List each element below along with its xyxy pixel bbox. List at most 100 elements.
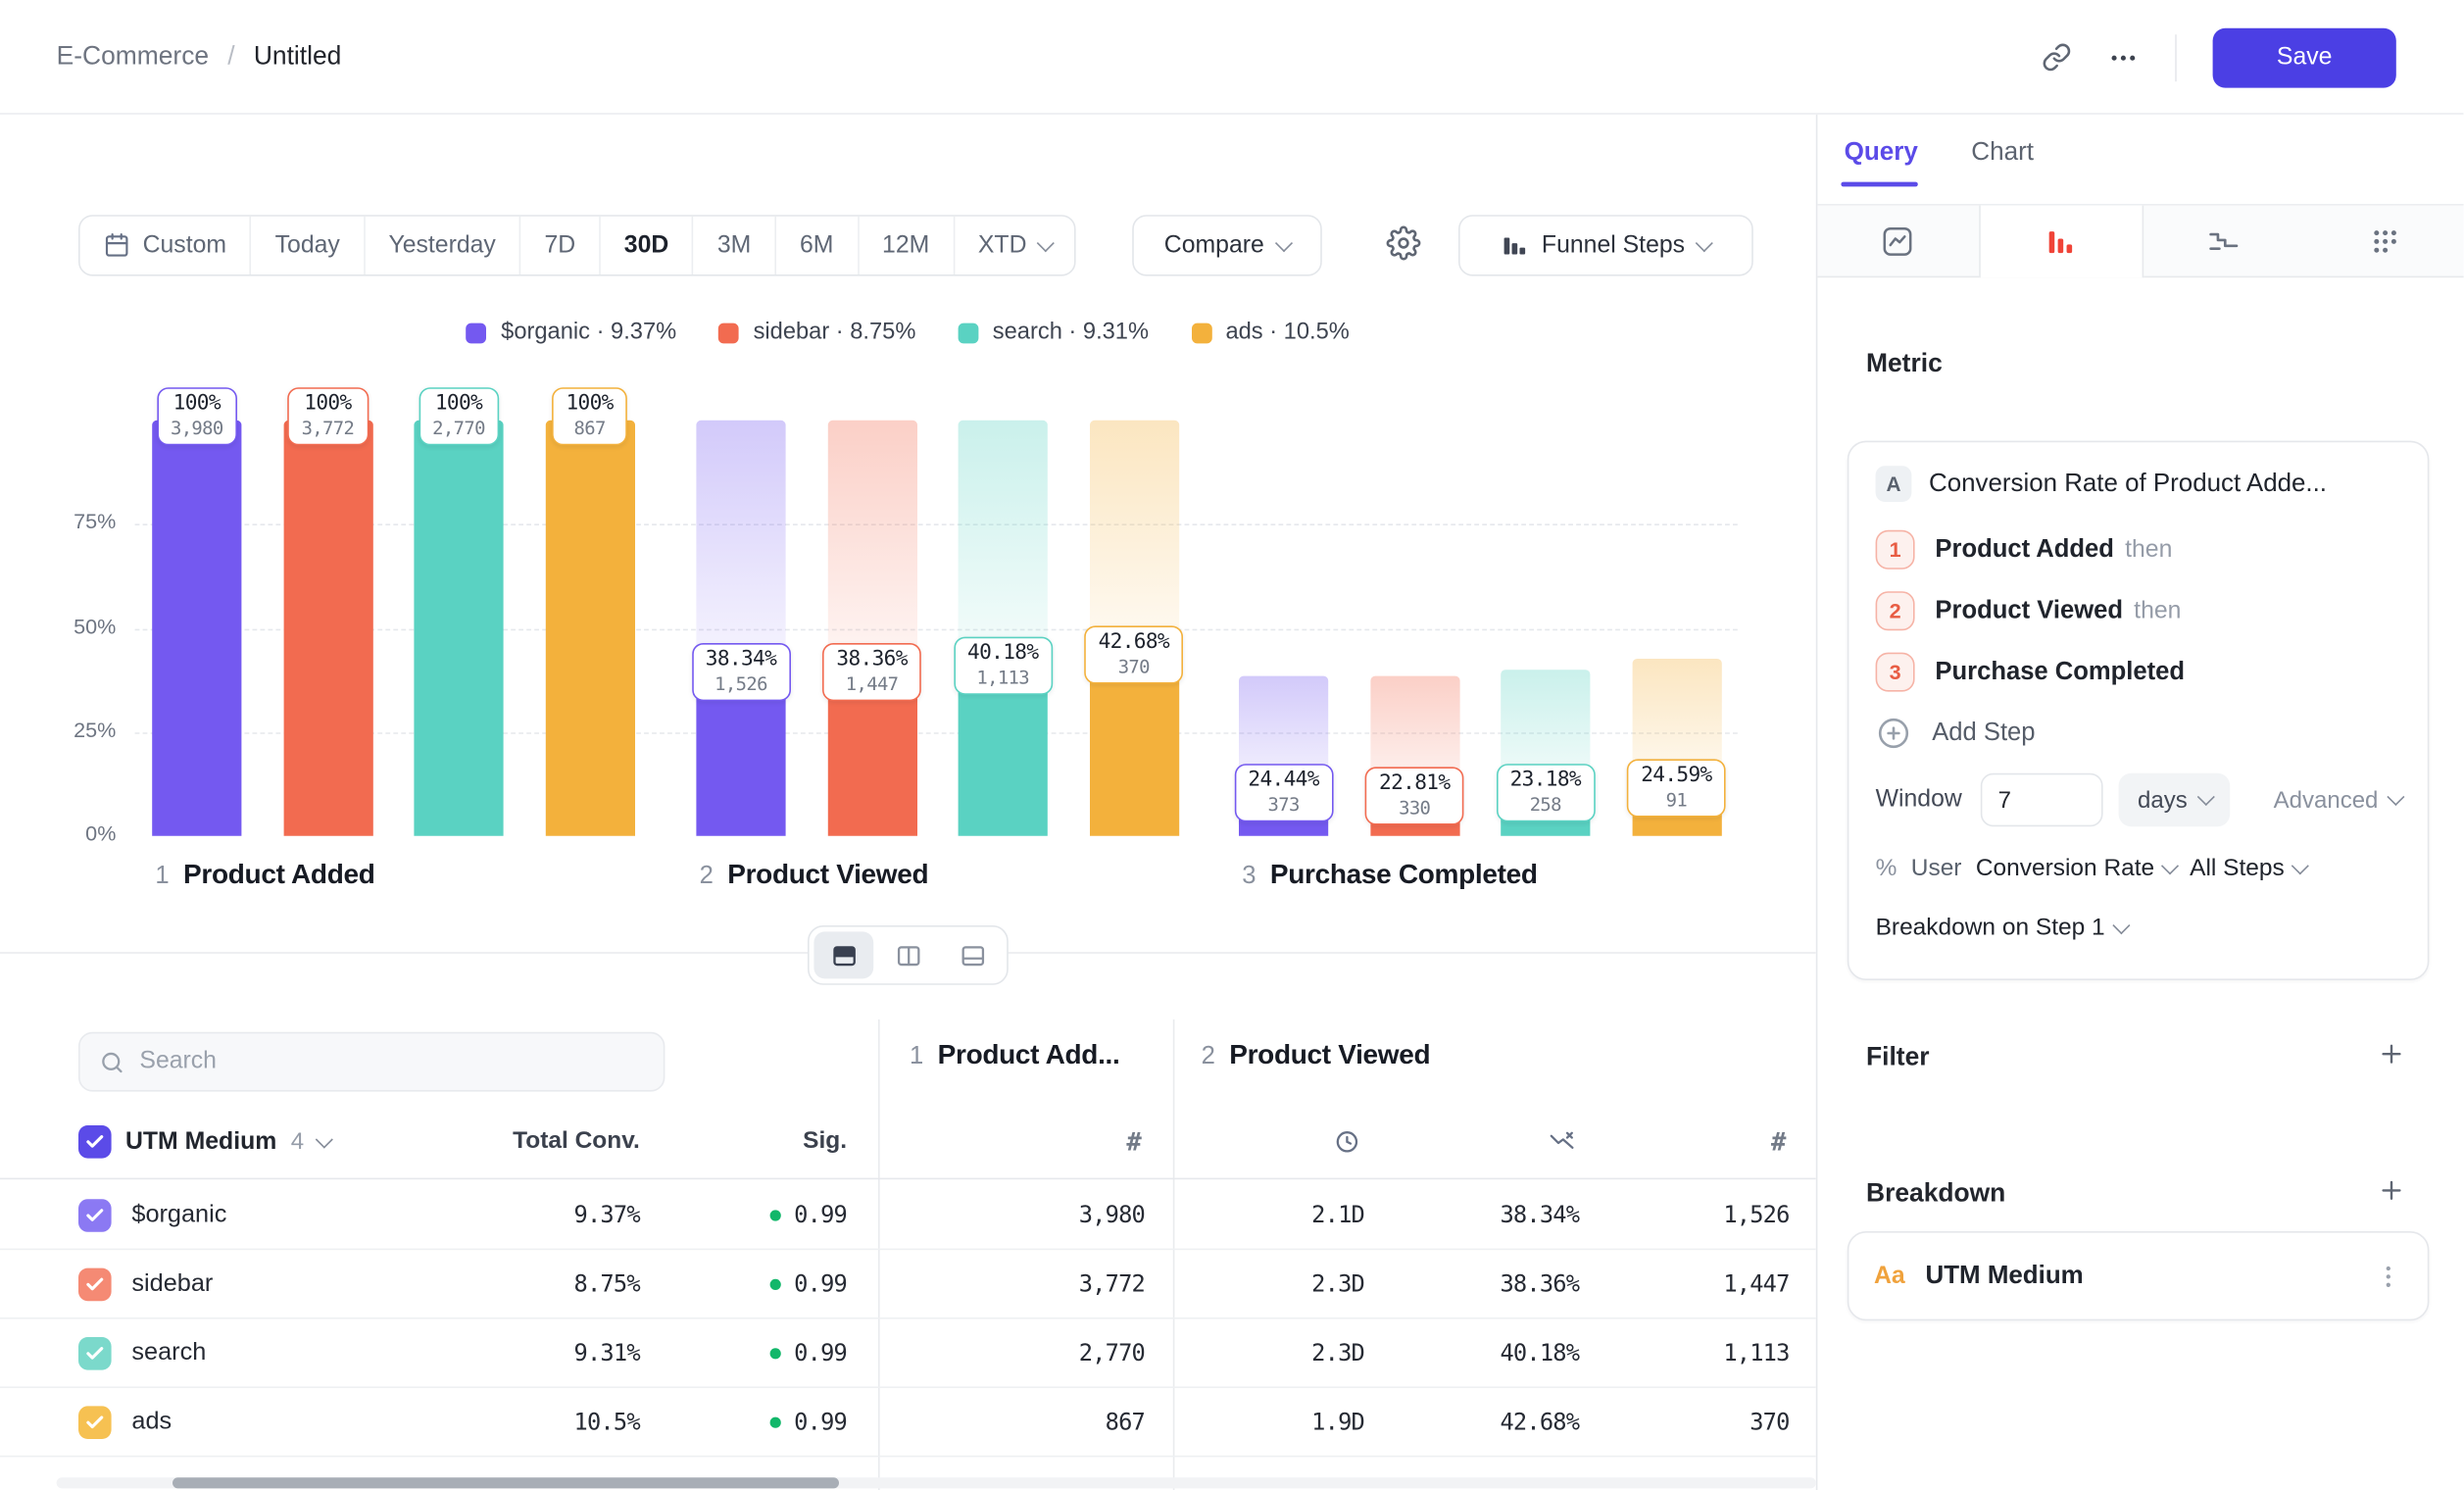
table-row[interactable]: search0.999.31%2,7702.3D40.18%1,113 (0, 1319, 1816, 1388)
funnel-bar[interactable] (545, 421, 634, 836)
bar-percent: 22.81% (1379, 771, 1450, 795)
more-icon[interactable] (2107, 41, 2139, 73)
cell-step1-count: 3,772 (1079, 1270, 1145, 1297)
table-row[interactable]: ads0.9910.5%8671.9D42.68%370 (0, 1388, 1816, 1457)
group-column-label[interactable]: UTM Medium (125, 1127, 276, 1156)
table-row[interactable]: $organic0.999.37%3,9802.1D38.34%1,526 (0, 1181, 1816, 1250)
cell-total-conv: 9.31% (574, 1339, 640, 1366)
percent-icon: % (1876, 855, 1897, 883)
window-unit-label: days (2138, 786, 2188, 813)
metric-step-label: Product Viewed (1935, 597, 2123, 625)
layout-bottom-panel-icon[interactable] (943, 931, 1003, 978)
bar-count: 258 (1510, 794, 1581, 816)
link-icon[interactable] (2042, 42, 2071, 72)
y-axis-label: 25% (28, 718, 117, 741)
grid-chart-type-icon[interactable] (2304, 206, 2464, 276)
property-type-badge: Aa (1874, 1262, 1905, 1290)
cell-total-conv: 8.75% (574, 1270, 640, 1297)
metric-steps: 1Product Addedthen2Product Viewedthen3Pu… (1876, 520, 2401, 703)
bar-count: 1,113 (967, 666, 1038, 687)
kebab-icon[interactable] (2374, 1262, 2402, 1290)
bar-percent: 38.34% (706, 648, 776, 671)
breadcrumb: E-Commerce / Untitled (57, 0, 342, 115)
row-name: sidebar (131, 1269, 213, 1298)
breadcrumb-separator: / (227, 42, 234, 72)
total-conv-header[interactable]: Total Conv. (513, 1127, 640, 1156)
window-value-input[interactable] (1981, 773, 2103, 826)
metric-step-suffix: then (2125, 535, 2172, 564)
step-number: 1 (155, 863, 169, 891)
row-checkbox[interactable] (78, 1336, 112, 1369)
group-column-header: UTM Medium 4 (78, 1125, 329, 1159)
metric-step[interactable]: 3Purchase Completed (1876, 641, 2401, 702)
bar-count: 330 (1379, 797, 1450, 819)
metric-step[interactable]: 2Product Viewedthen (1876, 580, 2401, 641)
step-number: 2 (700, 863, 714, 891)
bar-percent: 100% (566, 392, 613, 416)
conversion-chart-icon[interactable] (1548, 1127, 1576, 1156)
breakdown-property-label: UTM Medium (1926, 1261, 2084, 1290)
measure-metric-select[interactable]: Conversion Rate (1976, 855, 2176, 883)
chevron-down-icon (2161, 858, 2178, 874)
select-all-checkbox[interactable] (78, 1125, 112, 1159)
breadcrumb-page-title[interactable]: Untitled (254, 42, 342, 72)
layout-columns-icon[interactable] (878, 931, 938, 978)
funnel-ghost-bar (1089, 421, 1178, 659)
row-checkbox[interactable] (78, 1406, 112, 1439)
bar-value-label: 22.81%330 (1365, 767, 1464, 824)
metric-title: Conversion Rate of Product Adde... (1929, 469, 2327, 498)
funnel-ghost-bar (827, 421, 916, 676)
funnel-bar[interactable] (283, 421, 372, 836)
bar-value-label: 38.36%1,447 (822, 644, 921, 702)
cell-avg-time: 2.3D (1311, 1339, 1364, 1366)
add-step-button[interactable]: Add Step (1876, 703, 2401, 764)
window-unit-select[interactable]: days (2119, 773, 2231, 826)
retention-chart-type-icon[interactable] (2143, 206, 2303, 276)
tab-query[interactable]: Query (1841, 128, 1921, 177)
metric-card-header[interactable]: A Conversion Rate of Product Adde... (1876, 466, 2401, 502)
tab-chart[interactable]: Chart (1968, 128, 2037, 177)
step-number: 2 (1202, 1043, 1215, 1071)
row-checkbox[interactable] (78, 1267, 112, 1301)
horizontal-scrollbar-thumb[interactable] (172, 1477, 839, 1488)
breakdown-on-step-select[interactable]: Breakdown on Step 1 (1876, 904, 2401, 954)
table-search (78, 1032, 665, 1092)
funnel-bar[interactable] (152, 421, 241, 836)
hash-icon[interactable]: # (1126, 1127, 1141, 1157)
layout-rows-icon[interactable] (813, 931, 873, 978)
chart-step-label: 2Product Viewed (700, 858, 929, 891)
table-row[interactable]: sidebar0.998.75%3,7722.3D38.36%1,447 (0, 1250, 1816, 1318)
metric-step-text: Product Viewedthen (1935, 597, 2181, 625)
save-button[interactable]: Save (2213, 27, 2396, 87)
bar-percent: 23.18% (1510, 770, 1581, 793)
bar-percent: 100% (432, 392, 485, 416)
add-breakdown-button[interactable] (2378, 1176, 2406, 1213)
line-chart-type-icon[interactable] (1817, 206, 1978, 276)
advanced-label: Advanced (2274, 786, 2379, 813)
breadcrumb-project[interactable]: E-Commerce (57, 42, 210, 72)
row-checkbox[interactable] (78, 1198, 112, 1231)
cell-step2-pct: 38.36% (1500, 1270, 1579, 1297)
add-filter-button[interactable] (2378, 1040, 2406, 1076)
measure-scope-select[interactable]: All Steps (2190, 855, 2305, 883)
hash-icon[interactable]: # (1771, 1127, 1786, 1157)
sig-cell: 0.99 (770, 1409, 847, 1435)
row-name: search (131, 1339, 206, 1367)
bar-percent: 100% (171, 392, 223, 416)
funnel-bar[interactable] (1089, 659, 1178, 836)
sig-header[interactable]: Sig. (803, 1127, 847, 1156)
advanced-toggle[interactable]: Advanced (2274, 786, 2401, 813)
search-input[interactable] (139, 1048, 644, 1076)
row-name: ads (131, 1408, 172, 1436)
clock-icon[interactable] (1333, 1127, 1361, 1156)
cell-step2-count: 1,526 (1723, 1202, 1789, 1228)
metric-step[interactable]: 1Product Addedthen (1876, 520, 2401, 580)
funnel-chart-type-icon[interactable] (1979, 206, 2144, 278)
conversion-window-row: Window days Advanced (1876, 769, 2401, 831)
breakdown-property-card[interactable]: Aa UTM Medium (1848, 1231, 2430, 1320)
y-axis-label: 50% (28, 614, 117, 637)
measure-entity[interactable]: User (1911, 855, 1962, 883)
topbar-actions: Save (2042, 0, 2396, 115)
step-number: 1 (910, 1043, 923, 1071)
funnel-bar[interactable] (414, 421, 503, 836)
